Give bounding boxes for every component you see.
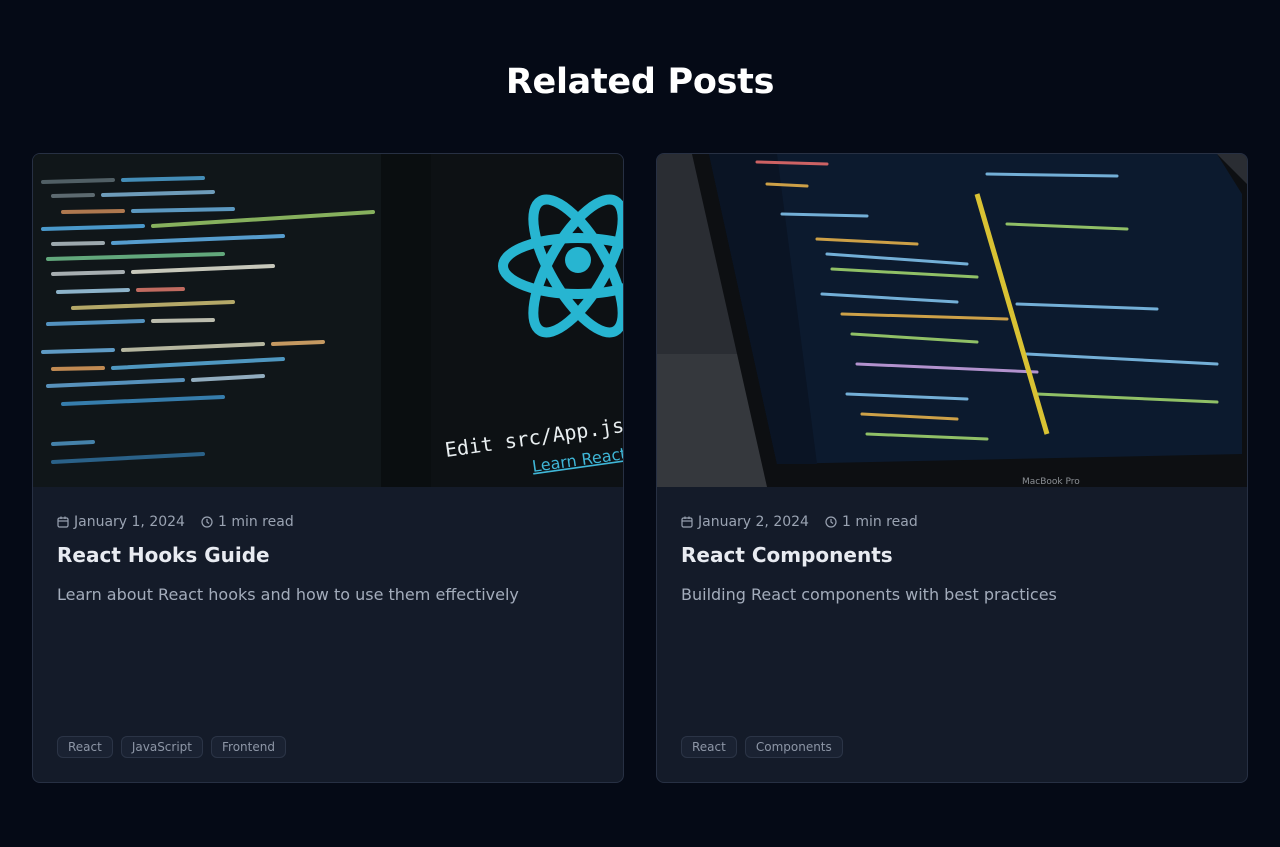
post-description: Building React components with best prac… xyxy=(681,585,1057,604)
post-description: Learn about React hooks and how to use t… xyxy=(57,585,519,604)
post-thumbnail[interactable]: Edit src/App.js and save Learn React xyxy=(33,154,623,487)
clock-icon xyxy=(201,516,213,528)
tag-frontend[interactable]: Frontend xyxy=(211,736,286,758)
laptop-code-image: MacBook Pro xyxy=(657,154,1247,487)
post-meta: January 2, 2024 1 min read xyxy=(681,512,934,532)
laptop-label: MacBook Pro xyxy=(1022,477,1080,487)
tag-components[interactable]: Components xyxy=(744,736,843,758)
section-title: Related Posts xyxy=(505,62,775,102)
post-tags: React Components xyxy=(681,736,851,758)
post-read-time: 1 min read xyxy=(841,514,918,530)
post-title[interactable]: React Components xyxy=(681,543,893,567)
post-thumbnail[interactable]: MacBook Pro xyxy=(657,154,1247,487)
post-card[interactable]: Edit src/App.js and save Learn React Jan… xyxy=(32,153,624,783)
tag-javascript[interactable]: JavaScript xyxy=(120,736,203,758)
tag-react[interactable]: React xyxy=(57,736,113,758)
post-meta: January 1, 2024 1 min read xyxy=(57,512,310,532)
post-card[interactable]: MacBook Pro January 2, 2024 1 min read R… xyxy=(656,153,1248,783)
post-tags: React JavaScript Frontend xyxy=(57,736,294,758)
react-code-image: Edit src/App.js and save Learn React xyxy=(33,154,623,487)
post-date: January 2, 2024 xyxy=(698,514,809,530)
calendar-icon xyxy=(681,516,693,528)
post-read-time: 1 min read xyxy=(217,514,294,530)
calendar-icon xyxy=(57,516,69,528)
post-title[interactable]: React Hooks Guide xyxy=(57,543,270,567)
tag-react[interactable]: React xyxy=(681,736,737,758)
post-date: January 1, 2024 xyxy=(74,514,185,530)
clock-icon xyxy=(825,516,837,528)
